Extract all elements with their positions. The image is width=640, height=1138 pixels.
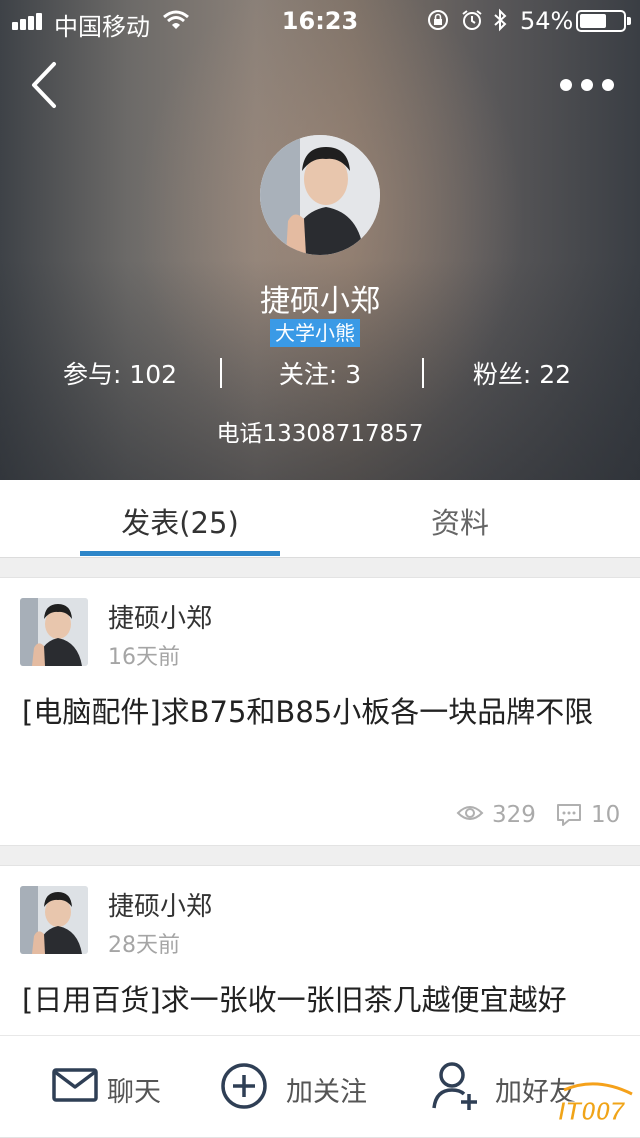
comment-count: 10 bbox=[591, 802, 621, 828]
stat-divider bbox=[422, 358, 424, 388]
post-avatar[interactable] bbox=[20, 598, 88, 666]
post-title[interactable]: [日用百货]求一张收一张旧茶几越便宜越好 bbox=[22, 974, 622, 1034]
stat-following[interactable]: 关注: 3 bbox=[250, 358, 390, 392]
stat-followers[interactable]: 粉丝: 22 bbox=[452, 358, 592, 392]
stat-participation[interactable]: 参与: 102 bbox=[50, 358, 190, 392]
post-time: 16天前 bbox=[108, 645, 180, 670]
post-title[interactable]: [电脑配件]求B75和B85小板各一块品牌不限 bbox=[22, 686, 622, 738]
battery-percent: 54% bbox=[520, 7, 574, 35]
rotation-lock-icon bbox=[428, 10, 448, 30]
chat-label: 聊天 bbox=[107, 1077, 161, 1108]
post-time: 28天前 bbox=[108, 933, 180, 958]
user-badge: 大学小熊 bbox=[270, 319, 360, 347]
add-person-icon bbox=[432, 1062, 477, 1110]
mail-icon bbox=[52, 1068, 98, 1102]
tab-posts[interactable]: 发表(25) bbox=[80, 500, 280, 542]
active-tab-indicator bbox=[80, 551, 280, 556]
post-card[interactable]: 捷硕小郑 16天前 [电脑配件]求B75和B85小板各一块品牌不限 329 10 bbox=[0, 577, 640, 846]
view-count: 329 bbox=[492, 802, 536, 828]
comment-icon bbox=[557, 804, 581, 826]
post-avatar-photo bbox=[20, 886, 88, 954]
post-avatar-photo bbox=[20, 598, 88, 666]
watermark-logo: IT007 bbox=[558, 1082, 633, 1127]
post-avatar[interactable] bbox=[20, 886, 88, 954]
chat-button[interactable]: 聊天 bbox=[50, 1036, 180, 1137]
battery-icon bbox=[576, 10, 631, 32]
post-author[interactable]: 捷硕小郑 bbox=[108, 886, 212, 923]
tab-profile-info[interactable]: 资料 bbox=[360, 500, 560, 542]
eye-icon bbox=[456, 806, 484, 820]
post-author[interactable]: 捷硕小郑 bbox=[108, 598, 212, 635]
avatar-photo bbox=[260, 135, 380, 255]
back-icon[interactable] bbox=[26, 60, 66, 110]
alarm-icon bbox=[462, 10, 482, 30]
stat-divider bbox=[220, 358, 222, 388]
profile-header: 中国移动 16:23 54% 捷硕小郑 大学小熊 参与: 102 关注: 3 粉… bbox=[0, 0, 640, 480]
follow-label: 加关注 bbox=[286, 1077, 367, 1108]
phone-number: 电话13308717857 bbox=[216, 421, 424, 447]
more-icon[interactable] bbox=[556, 70, 618, 100]
profile-name: 捷硕小郑 bbox=[260, 284, 380, 319]
bottom-action-bar: 聊天 加关注 加好友 bbox=[0, 1035, 640, 1137]
avatar[interactable] bbox=[260, 135, 380, 255]
follow-button[interactable]: 加关注 bbox=[220, 1036, 380, 1137]
status-bar: 中国移动 16:23 54% bbox=[0, 0, 640, 41]
profile-tabs: 发表(25) 资料 bbox=[0, 480, 640, 558]
plus-circle-icon bbox=[221, 1063, 267, 1109]
watermark-text: IT007 bbox=[558, 1096, 626, 1126]
bluetooth-icon bbox=[494, 8, 507, 32]
